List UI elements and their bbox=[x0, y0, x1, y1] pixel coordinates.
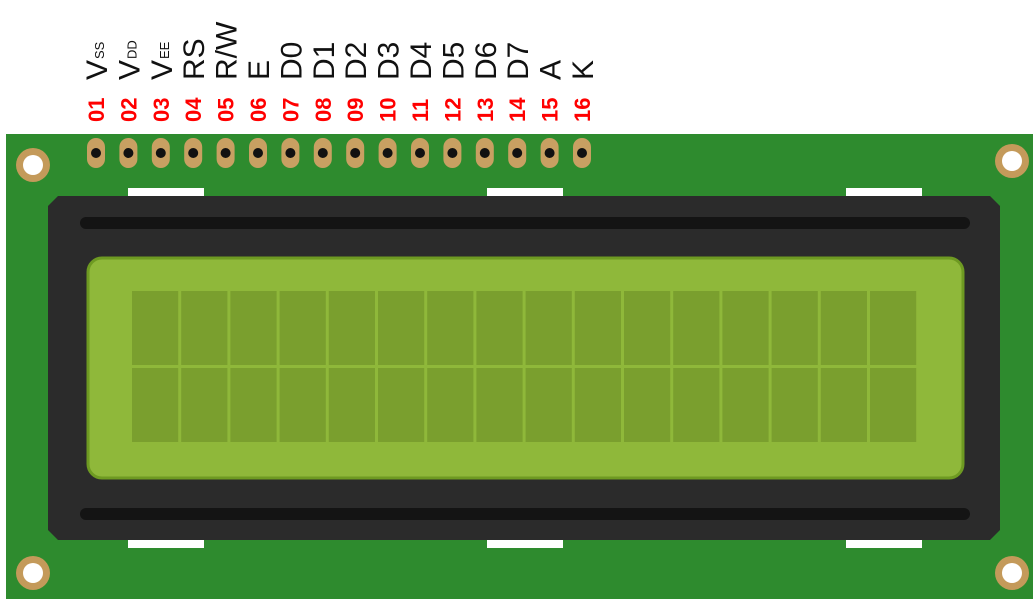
mounting-hole-bottom-right bbox=[995, 556, 1029, 590]
pin-number: 16 bbox=[570, 98, 595, 122]
bezel-clip bbox=[128, 540, 204, 548]
character-cell bbox=[279, 368, 326, 442]
character-cell bbox=[476, 368, 523, 442]
lcd-diagram: 01 V SS 02 V DD 03 V EE 04 RS 05 R/W 06 E 07 D0 08 D1 09 D2 1… bbox=[0, 0, 1033, 599]
pin-name: V bbox=[146, 60, 179, 80]
pin-labels: 01VSS02VDD03VEE04RS05R/W06E07D008D109D21… bbox=[81, 21, 600, 122]
bezel-clip bbox=[487, 188, 563, 196]
pin-number: 15 bbox=[538, 98, 563, 122]
pin-number: 06 bbox=[246, 98, 271, 122]
pin-number: 13 bbox=[473, 98, 498, 122]
header-pin bbox=[573, 138, 591, 168]
pin-name: D4 bbox=[405, 42, 438, 80]
header-pin bbox=[346, 138, 365, 168]
character-cell bbox=[378, 291, 425, 365]
character-cell bbox=[132, 368, 179, 442]
character-cell bbox=[181, 368, 228, 442]
character-cell bbox=[328, 368, 375, 442]
header-pin bbox=[475, 138, 494, 168]
character-cell bbox=[574, 291, 621, 365]
pin-name: V bbox=[81, 60, 114, 80]
pin-name: D0 bbox=[275, 42, 308, 80]
bezel-clip bbox=[128, 188, 204, 196]
character-cell bbox=[820, 368, 867, 442]
character-cell bbox=[476, 291, 523, 365]
pin-number: 07 bbox=[278, 98, 303, 122]
pin-name: D5 bbox=[437, 42, 470, 80]
header-pin bbox=[249, 138, 267, 168]
character-cell bbox=[673, 368, 720, 442]
pin-number: 12 bbox=[440, 98, 465, 122]
character-cell bbox=[427, 291, 474, 365]
header-pin bbox=[443, 138, 462, 168]
header-pin bbox=[151, 138, 170, 168]
pin-name: D2 bbox=[340, 42, 373, 80]
pin-number: 02 bbox=[116, 98, 141, 122]
pin-name: A bbox=[535, 60, 568, 80]
character-cell bbox=[279, 291, 326, 365]
header-pin bbox=[540, 138, 559, 168]
pin-name: E bbox=[243, 60, 276, 80]
character-cell bbox=[181, 291, 228, 365]
character-cell bbox=[427, 368, 474, 442]
character-cell bbox=[132, 291, 179, 365]
header-pin bbox=[281, 138, 300, 168]
character-cell bbox=[574, 368, 621, 442]
bezel-clip bbox=[487, 540, 563, 548]
header-pin bbox=[119, 138, 138, 168]
pin-number: 05 bbox=[214, 98, 239, 122]
character-cell bbox=[722, 291, 769, 365]
pin-number: 10 bbox=[376, 98, 401, 122]
character-cell bbox=[525, 368, 572, 442]
pin-name-subscript: SS bbox=[92, 41, 107, 59]
header-pin bbox=[184, 138, 203, 168]
character-cell bbox=[870, 291, 917, 365]
character-cell bbox=[722, 368, 769, 442]
character-cell bbox=[624, 368, 671, 442]
character-cell bbox=[771, 368, 818, 442]
pin-name: K bbox=[567, 60, 600, 80]
lcd-module-svg: 01VSS02VDD03VEE04RS05R/W06E07D008D109D21… bbox=[6, 21, 1033, 599]
pin-number: 01 bbox=[84, 98, 109, 122]
mounting-hole-top-right bbox=[995, 144, 1029, 178]
pin-name: D6 bbox=[470, 42, 503, 80]
bezel-slot-top bbox=[80, 217, 970, 229]
header-pin bbox=[216, 138, 235, 168]
header-pin bbox=[313, 138, 332, 168]
character-cell bbox=[328, 291, 375, 365]
pin-name-subscript: DD bbox=[124, 40, 139, 59]
character-cell bbox=[624, 291, 671, 365]
pin-number: 09 bbox=[343, 98, 368, 122]
character-cell bbox=[771, 291, 818, 365]
pin-number: 04 bbox=[181, 97, 206, 122]
bezel-slot-bottom bbox=[80, 508, 970, 520]
bezel-clip bbox=[846, 188, 922, 196]
pin-name: RS bbox=[178, 38, 211, 80]
header-pin bbox=[378, 138, 397, 168]
mounting-hole-bottom-left bbox=[16, 556, 50, 590]
pin-name: D1 bbox=[308, 42, 341, 80]
character-cell bbox=[820, 291, 867, 365]
character-cell bbox=[230, 291, 277, 365]
pin-name-subscript: EE bbox=[157, 41, 172, 59]
pin-number: 08 bbox=[311, 98, 336, 122]
character-cell bbox=[673, 291, 720, 365]
pin-number: 11 bbox=[408, 99, 433, 122]
pin-number: 14 bbox=[505, 97, 530, 122]
character-cell bbox=[378, 368, 425, 442]
pin-name: D3 bbox=[373, 42, 406, 80]
character-cell bbox=[870, 368, 917, 442]
pin-number: 03 bbox=[149, 98, 174, 122]
header-pin bbox=[508, 138, 527, 168]
mounting-hole-top-left bbox=[16, 148, 50, 182]
bezel-clip bbox=[846, 540, 922, 548]
header-pin bbox=[411, 138, 429, 168]
character-cell bbox=[230, 368, 277, 442]
pin-name: D7 bbox=[502, 42, 535, 80]
pin-name: R/W bbox=[211, 21, 244, 80]
pin-name: V bbox=[113, 60, 146, 80]
character-cell bbox=[525, 291, 572, 365]
header-pin bbox=[87, 138, 105, 168]
